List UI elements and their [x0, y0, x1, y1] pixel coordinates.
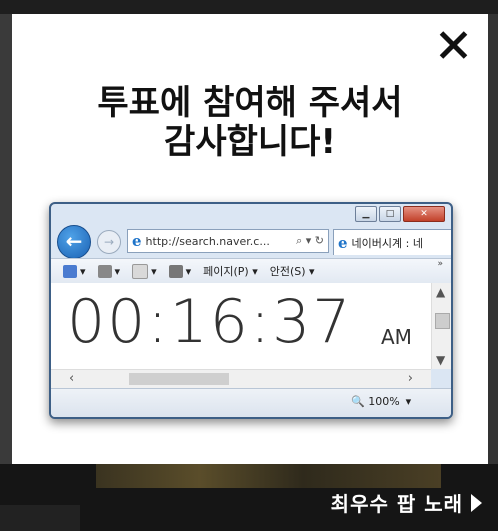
- home-dropdown: ▾: [80, 264, 86, 278]
- tab-title: 네이버시계 : 네: [351, 236, 423, 250]
- window-controls: ▁ □ ✕: [355, 206, 445, 222]
- close-icon[interactable]: [438, 30, 468, 60]
- scroll-left-icon: ‹: [69, 371, 75, 386]
- minimize-icon: ▁: [355, 206, 377, 222]
- ie-logo-icon: e: [132, 232, 142, 250]
- page-menu: 페이지(P) ▾: [203, 265, 258, 278]
- backdrop-left: [0, 14, 12, 531]
- clock-ampm: AM: [381, 325, 412, 349]
- backdrop-right: [488, 14, 498, 531]
- rss-dropdown: ▾: [114, 264, 121, 278]
- scroll-thumb: [435, 313, 450, 329]
- zoom-control: 🔍 100% ▾: [351, 395, 411, 408]
- ie-tab-icon: e: [338, 233, 348, 252]
- scroll-down-icon: ▼: [436, 353, 446, 367]
- scroll-right-icon: ›: [407, 371, 413, 386]
- title-line-2: 감사합니다!: [164, 122, 336, 162]
- print-command: ▾: [168, 264, 192, 278]
- backdrop-strip: [0, 505, 80, 531]
- print-dropdown: ▾: [185, 264, 192, 278]
- rss-command: ▾: [97, 264, 121, 278]
- modal-title: 투표에 참여해 주셔서 감사합니다!: [12, 84, 488, 162]
- scroll-up-icon: ▲: [436, 285, 446, 299]
- top-pop-songs-link[interactable]: 최우수 팝 노래: [331, 488, 482, 517]
- backdrop-top: [0, 0, 498, 14]
- zoom-level: 🔍 100%: [351, 395, 400, 408]
- maximize-icon: □: [379, 206, 401, 222]
- print-icon: [168, 264, 183, 278]
- browser-nav-row: ← → e http://search.naver.c... ⌕ ▾ ↻ e 네…: [51, 224, 451, 259]
- browser-tab: e 네이버시계 : 네: [333, 229, 451, 255]
- title-line-1: 투표에 참여해 주셔서: [97, 83, 403, 123]
- back-arrow-icon: ←: [57, 225, 91, 259]
- mail-icon: [132, 263, 149, 279]
- clock-page: 00:16:37 AM: [51, 283, 431, 369]
- rss-icon: [97, 264, 112, 278]
- top-pop-songs-label: 최우수 팝 노래: [330, 492, 463, 516]
- hscroll-thumb: [129, 373, 229, 385]
- safety-menu: 안전(S) ▾: [269, 265, 315, 278]
- backdrop-photo: [96, 464, 441, 488]
- horizontal-scrollbar: ‹ ›: [51, 369, 431, 388]
- address-text: http://search.naver.c...: [145, 234, 270, 248]
- status-bar: 🔍 100% ▾: [51, 388, 451, 417]
- address-bar: e http://search.naver.c... ⌕ ▾ ↻: [127, 229, 329, 253]
- command-bar: ▾ ▾ ▾ ▾ 페이지(P) ▾ 안전(S) ▾ »: [51, 258, 451, 284]
- mail-command: ▾: [132, 263, 157, 279]
- vote-thanks-modal: 투표에 참여해 주셔서 감사합니다! ▁ □ ✕ ← → e http://se…: [12, 14, 488, 464]
- zoom-dropdown-icon: ▾: [405, 395, 412, 408]
- forward-arrow-icon: →: [97, 230, 121, 254]
- address-tools: ⌕ ▾ ↻: [296, 234, 324, 247]
- home-icon: [63, 264, 77, 278]
- clock-time: 00:16:37: [67, 287, 353, 357]
- vertical-scrollbar: ▲ ▼: [431, 283, 451, 369]
- home-command: ▾: [63, 264, 86, 278]
- chevron-more-icon: »: [437, 259, 443, 269]
- play-arrow-icon: [471, 493, 482, 512]
- browser-screenshot: ▁ □ ✕ ← → e http://search.naver.c... ⌕ ▾…: [49, 202, 453, 419]
- window-close-icon: ✕: [403, 206, 445, 222]
- mail-dropdown: ▾: [151, 264, 157, 278]
